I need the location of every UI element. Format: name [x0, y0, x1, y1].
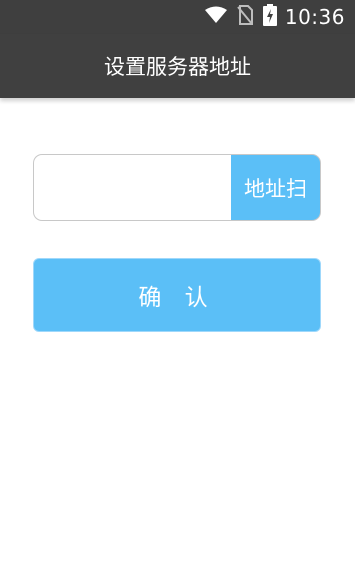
no-sim-icon — [237, 5, 253, 29]
scan-address-button[interactable]: 地址扫 — [231, 154, 321, 221]
scan-button-label: 地址扫 — [244, 176, 307, 201]
confirm-button[interactable]: 确 认 — [33, 258, 321, 332]
wifi-icon — [204, 6, 227, 28]
status-icons — [204, 4, 277, 30]
header-bar: 设置服务器地址 — [0, 34, 355, 98]
server-address-row: 地址扫 — [33, 154, 321, 221]
status-bar: 10:36 — [0, 0, 355, 34]
server-address-input[interactable] — [33, 154, 231, 221]
page-title: 设置服务器地址 — [104, 55, 251, 79]
battery-charging-icon — [262, 4, 277, 30]
confirm-button-label: 确 认 — [138, 285, 216, 311]
clock-time: 10:36 — [284, 5, 345, 29]
